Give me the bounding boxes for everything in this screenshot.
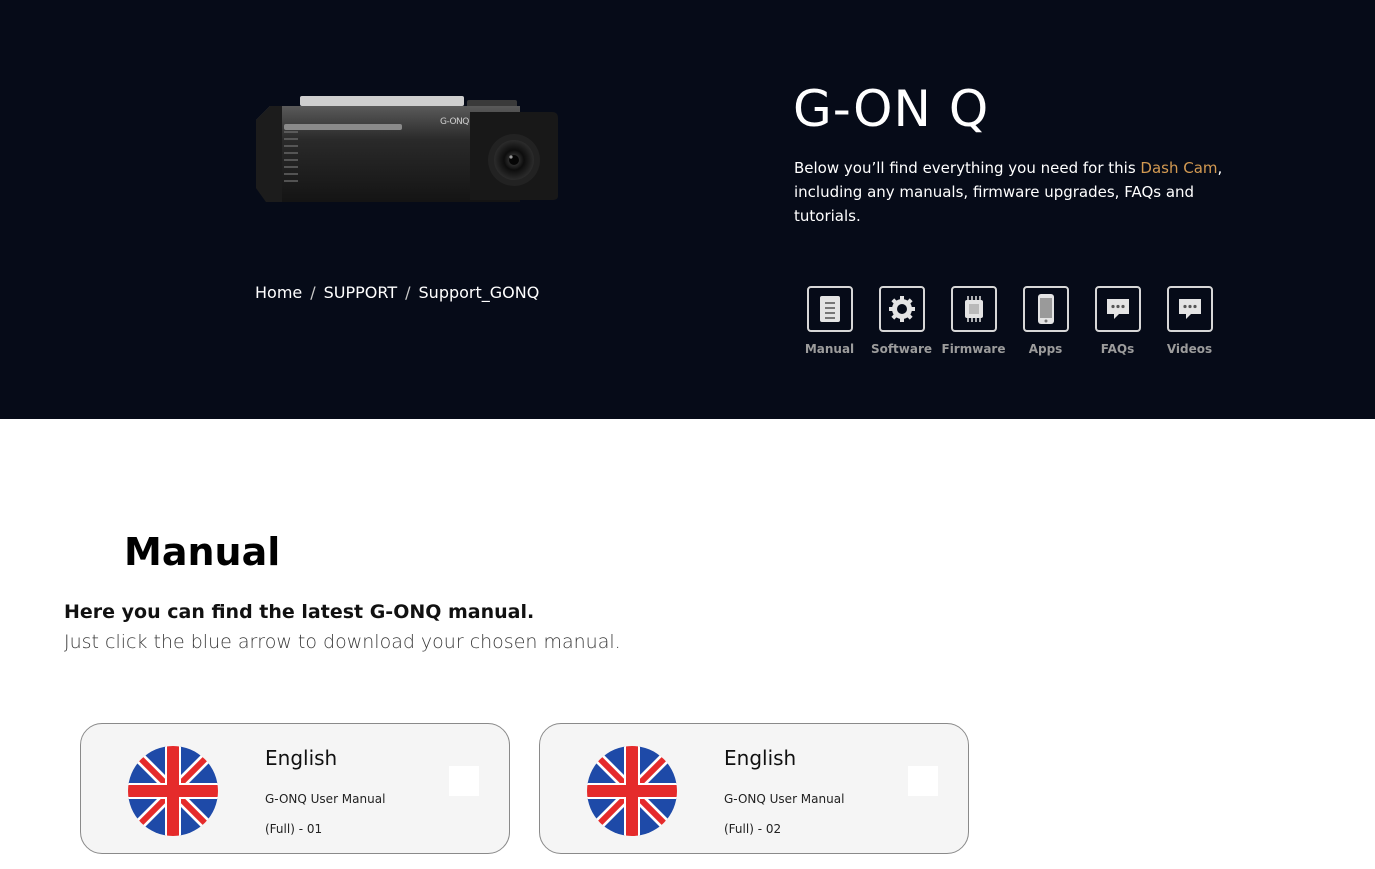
breadcrumb-support[interactable]: SUPPORT (324, 283, 397, 302)
breadcrumb: Home / SUPPORT / Support_GONQ (255, 283, 539, 302)
support-nav-label: Software (870, 342, 933, 356)
intro-text: Below you’ll find everything you need fo… (794, 159, 1141, 177)
product-hero: G-ONQ Home / SUPPORT / Support_GONQ G-ON… (0, 0, 1375, 419)
manual-doc-part: (Full) - 02 (724, 822, 782, 836)
dash-cam-product-image (256, 96, 558, 202)
uk-flag-icon (587, 746, 677, 836)
download-button[interactable] (449, 766, 479, 796)
manual-language: English (265, 746, 338, 770)
support-nav-label: Videos (1166, 342, 1213, 356)
product-intro: Below you’ll find everything you need fo… (794, 156, 1244, 228)
manual-card: English G-ONQ User Manual (Full) - 02 (539, 723, 969, 854)
support-nav-apps[interactable]: Apps (1009, 286, 1082, 356)
chat-icon (1094, 286, 1141, 332)
support-nav-label: Apps (1028, 342, 1063, 356)
manual-icon (806, 286, 853, 332)
support-nav-label: Firmware (941, 342, 1006, 356)
support-nav-firmware[interactable]: Firmware (937, 286, 1010, 356)
support-nav-faqs[interactable]: FAQs (1081, 286, 1154, 356)
support-nav: Manual Software Firmware Apps FAQs Video… (794, 286, 1226, 356)
breadcrumb-home[interactable]: Home (255, 283, 302, 302)
manual-doc-title: G-ONQ User Manual (Full) - 02 (724, 784, 894, 844)
download-button[interactable] (908, 766, 938, 796)
chip-icon (950, 286, 997, 332)
breadcrumb-separator: / (310, 283, 316, 302)
phone-icon (1022, 286, 1069, 332)
manual-doc-name: G-ONQ User Manual (265, 792, 386, 806)
dash-cam-link[interactable]: Dash Cam (1140, 159, 1217, 177)
support-nav-videos[interactable]: Videos (1153, 286, 1226, 356)
manual-doc-title: G-ONQ User Manual (Full) - 01 (265, 784, 435, 844)
support-nav-software[interactable]: Software (865, 286, 938, 356)
product-title: G-ON Q (793, 80, 990, 138)
support-nav-label: Manual (804, 342, 855, 356)
support-nav-manual[interactable]: Manual (793, 286, 866, 356)
section-title: Manual (124, 530, 281, 574)
breadcrumb-separator: / (405, 283, 411, 302)
product-badge: G-ONQ (440, 117, 469, 127)
breadcrumb-current: Support_GONQ (418, 283, 540, 302)
manual-language: English (724, 746, 797, 770)
support-nav-label: FAQs (1100, 342, 1135, 356)
manual-card: English G-ONQ User Manual (Full) - 01 (80, 723, 510, 854)
chat-icon (1166, 286, 1213, 332)
uk-flag-icon (128, 746, 218, 836)
section-subtitle: Just click the blue arrow to download yo… (64, 631, 621, 653)
manual-doc-name: G-ONQ User Manual (724, 792, 845, 806)
section-lead: Here you can find the latest G-ONQ manua… (64, 601, 535, 623)
manual-doc-part: (Full) - 01 (265, 822, 323, 836)
gear-icon (878, 286, 925, 332)
